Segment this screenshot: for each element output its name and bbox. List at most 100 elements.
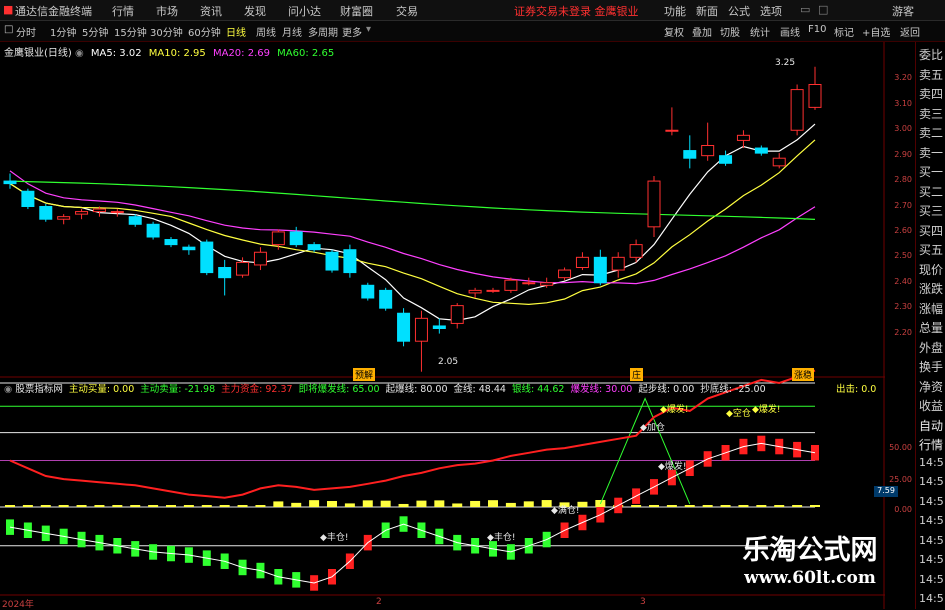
btn-overlay[interactable]: 叠加 (692, 24, 712, 39)
side-panel-label[interactable]: 买一 (919, 163, 943, 180)
date-feb: 2 (376, 597, 382, 607)
volume-bar (756, 505, 767, 507)
side-panel-label[interactable]: 14:5 (919, 553, 944, 566)
btn-rights[interactable]: 复权 (664, 24, 684, 39)
candle-body (593, 256, 607, 284)
side-panel-label[interactable]: 现价 (919, 261, 943, 278)
menu-item-new-page[interactable]: 新面 (696, 3, 718, 19)
side-panel-label[interactable]: 自动 (919, 417, 943, 434)
menu-item-options[interactable]: 选项 (760, 3, 782, 19)
price-tick: 2.40 (894, 276, 912, 286)
candle-body (325, 251, 339, 271)
side-panel-label[interactable]: 卖二 (919, 124, 943, 141)
anno-full: ◆满仓! (551, 506, 580, 516)
period-more[interactable]: 更多 (342, 24, 362, 39)
side-panel-label[interactable]: 14:5 (919, 475, 944, 488)
gold-line (9, 442, 816, 584)
guest-user[interactable]: 游客 (892, 3, 914, 19)
side-panel-label[interactable]: 14:5 (919, 573, 944, 586)
period-intraday[interactable]: 分时 (16, 24, 36, 39)
indicator-header: ◉ 股票指标网 主动买量: 0.00 主动卖量: -21.98 主力资金: 92… (4, 381, 766, 395)
volume-bar (649, 505, 659, 507)
period-multi[interactable]: 多周期 (308, 24, 338, 39)
btn-switch[interactable]: 切股 (720, 24, 740, 39)
menu-item-formula[interactable]: 公式 (728, 3, 750, 19)
candle-body (3, 180, 17, 185)
side-panel-label[interactable]: 外盘 (919, 339, 943, 356)
app-title: 通达信金融终端 (15, 5, 92, 18)
volume-bar (488, 500, 498, 507)
minimize-icon[interactable]: ▭ (800, 3, 810, 16)
restore-icon[interactable]: □ (818, 3, 828, 16)
btn-back[interactable]: 返回 (900, 24, 920, 39)
menu-item-market[interactable]: 市场 (156, 3, 178, 19)
login-notice[interactable]: 证券交易未登录 金鹰银业 (514, 3, 639, 19)
period-daily[interactable]: 日线 (226, 24, 246, 39)
side-panel-label[interactable]: 买四 (919, 222, 943, 239)
side-panel-label[interactable]: 卖四 (919, 85, 943, 102)
volume-bar (398, 503, 409, 507)
btn-mark[interactable]: 标记 (834, 24, 854, 39)
side-panel-label[interactable]: 买五 (919, 241, 943, 258)
anno-burst-1: ◆爆发! (660, 405, 689, 415)
menu-item-news[interactable]: 资讯 (200, 3, 222, 19)
candle-body (754, 147, 768, 154)
side-panel-label[interactable]: 委比 (919, 46, 943, 63)
side-panel-label[interactable]: 卖五 (919, 66, 943, 83)
btn-add-favorite[interactable]: +自选 (862, 24, 890, 39)
price-tick: 2.30 (894, 302, 912, 312)
menu-item-ask[interactable]: 问小达 (288, 3, 321, 19)
side-panel-label[interactable]: 换手 (919, 358, 943, 375)
side-panel-label[interactable]: 收益 (919, 397, 943, 414)
volume-bar (94, 505, 105, 507)
ind-start: 起步线: 0.00 (638, 384, 695, 395)
chart-canvas[interactable] (0, 42, 885, 609)
period-checkbox-icon[interactable]: □ (4, 24, 13, 35)
side-panel-label[interactable]: 买三 (919, 202, 943, 219)
anno-add: ◆加仓 (640, 423, 665, 433)
menu-item-discover[interactable]: 发现 (244, 3, 266, 19)
price-tick: 3.00 (894, 124, 912, 134)
btn-stats[interactable]: 统计 (750, 24, 770, 39)
candle-body (772, 157, 786, 167)
menu-item-trade[interactable]: 交易 (396, 3, 418, 19)
chevron-down-icon[interactable]: ▾ (366, 24, 371, 35)
side-panel-label[interactable]: 买二 (919, 183, 943, 200)
period-60min[interactable]: 60分钟 (188, 24, 221, 39)
period-5min[interactable]: 5分钟 (82, 24, 108, 39)
side-panel-label[interactable]: 14:5 (919, 514, 944, 527)
indicator-settings-icon[interactable]: ◉ (4, 384, 12, 395)
period-30min[interactable]: 30分钟 (150, 24, 183, 39)
settings-icon[interactable]: ◉ (75, 48, 84, 59)
candle-body (218, 267, 232, 279)
volume-bar (22, 505, 33, 507)
side-panel-label[interactable]: 涨跌 (919, 280, 943, 297)
menu-item-wealth[interactable]: 财富圈 (340, 3, 373, 19)
btn-f10[interactable]: F10 (808, 24, 826, 35)
menu-item-quotes[interactable]: 行情 (112, 3, 134, 19)
quote-side-panel: 委比卖五卖四卖三卖二卖一买一买二买三买四买五现价涨跌涨幅总量外盘换手净资收益自动… (915, 42, 945, 609)
side-panel-label[interactable]: 14:5 (919, 534, 944, 547)
side-panel-label[interactable]: 14:5 (919, 456, 944, 469)
side-panel-label[interactable]: 净资 (919, 378, 943, 395)
volume-bar (470, 500, 481, 507)
side-panel-label[interactable]: 14:5 (919, 495, 944, 508)
btn-draw[interactable]: 画线 (780, 24, 800, 39)
side-panel-label[interactable]: 卖三 (919, 105, 943, 122)
candle-body (522, 282, 536, 285)
period-monthly[interactable]: 月线 (282, 24, 302, 39)
period-weekly[interactable]: 周线 (256, 24, 276, 39)
side-panel-label[interactable]: 总量 (919, 319, 943, 336)
volume-bar (523, 501, 534, 507)
menu-item-function[interactable]: 功能 (664, 3, 686, 19)
side-panel-label[interactable]: 涨幅 (919, 300, 943, 317)
period-15min[interactable]: 15分钟 (114, 24, 147, 39)
side-panel-label[interactable]: 行情 (919, 436, 943, 453)
candle-body (200, 241, 214, 274)
period-1min[interactable]: 1分钟 (50, 24, 76, 39)
side-panel-label[interactable]: 14:5 (919, 592, 944, 605)
side-panel-label[interactable]: 卖一 (919, 144, 943, 161)
ind-near-burst: 即将爆发线: 65.00 (298, 384, 380, 395)
anno-burst-2: ◆爆发! (752, 405, 781, 415)
volume-bar (631, 505, 642, 507)
